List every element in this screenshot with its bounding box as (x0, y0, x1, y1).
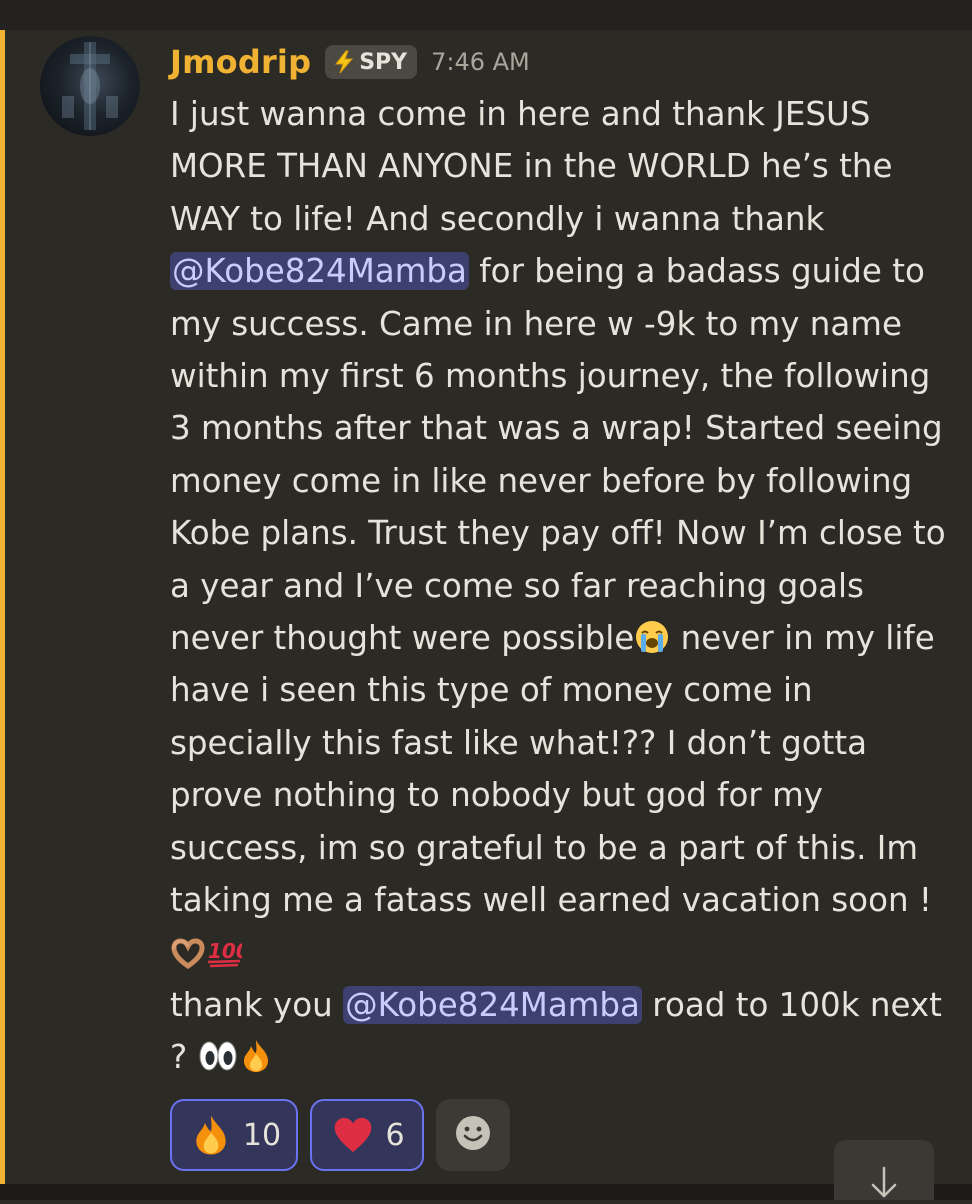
role-tag-label: SPY (359, 49, 408, 75)
message-text: thank you (170, 985, 333, 1024)
message-text: I just wanna come in here and thank JESU… (170, 95, 903, 238)
avatar[interactable] (40, 36, 140, 136)
reaction-count: 6 (385, 1117, 405, 1153)
loudly-crying-face-emoji (634, 619, 670, 655)
red-heart-icon (331, 1113, 375, 1157)
svg-text:100: 100 (208, 939, 242, 963)
bottom-divider (0, 1184, 972, 1200)
arrow-down-icon (866, 1164, 902, 1204)
heart-hands-emoji (170, 934, 206, 970)
timestamp: 7:46 AM (431, 48, 530, 76)
message-text: for being a badass guide to my success. … (170, 252, 957, 658)
fire-emoji (238, 1038, 274, 1074)
fire-icon (189, 1113, 233, 1157)
message-header: Jmodrip SPY 7:46 AM (170, 38, 530, 86)
user-mention[interactable]: @Kobe824Mamba (343, 985, 642, 1024)
add-reaction-button[interactable] (436, 1099, 510, 1171)
reaction-count: 10 (242, 1117, 282, 1153)
hundred-points-emoji: 100 (206, 934, 242, 970)
top-divider (0, 0, 972, 30)
message-highlight-bar (0, 30, 5, 1190)
message-content: I just wanna come in here and thank JESU… (170, 88, 960, 1084)
reaction-fire[interactable]: 10 (170, 1099, 298, 1171)
reactions-bar: 10 6 (170, 1099, 510, 1171)
smiley-add-reaction-icon (453, 1113, 493, 1157)
reaction-heart[interactable]: 6 (310, 1099, 424, 1171)
username[interactable]: Jmodrip (170, 43, 311, 81)
lightning-bolt-icon (331, 49, 357, 75)
message-text: never in my life have i seen this type o… (170, 619, 946, 920)
eyes-emoji (198, 1038, 238, 1074)
jump-to-bottom-button[interactable] (834, 1140, 934, 1200)
user-mention[interactable]: @Kobe824Mamba (170, 252, 469, 291)
role-tag[interactable]: SPY (325, 45, 418, 79)
